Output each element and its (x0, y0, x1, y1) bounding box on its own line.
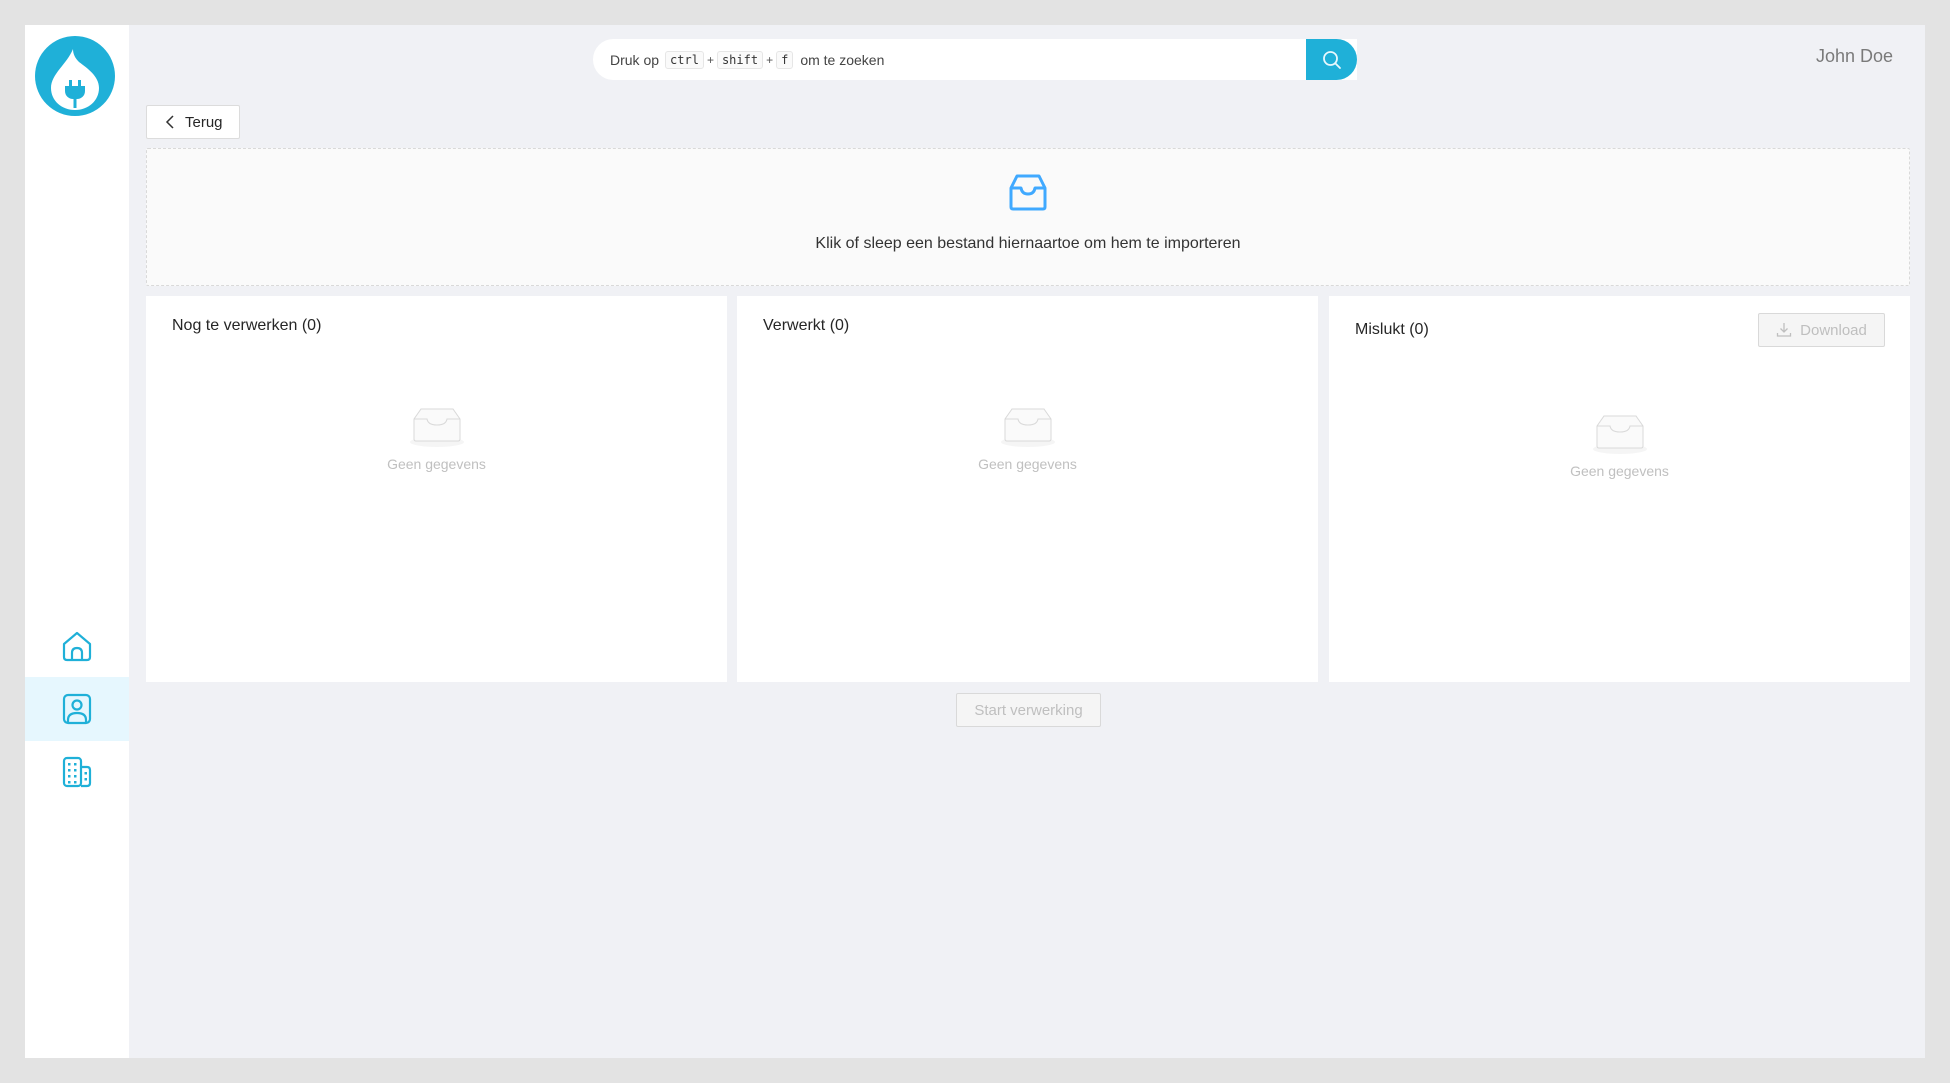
empty-box-icon (1592, 415, 1647, 454)
panel-processed: Verwerkt (0) Geen gegevens (737, 296, 1318, 682)
start-processing-button[interactable]: Start verwerking (956, 693, 1101, 727)
user-profile-icon (62, 693, 92, 725)
kbd-ctrl: ctrl (665, 50, 704, 69)
flame-plug-logo-icon (35, 36, 115, 116)
user-name[interactable]: John Doe (1816, 46, 1893, 67)
panel-title: Verwerkt (0) (763, 317, 850, 334)
kbd-separator: + (766, 52, 774, 67)
panel-title: Mislukt (0) (1355, 321, 1429, 338)
search-input[interactable]: Druk op ctrl + shift + f om te zoeken (593, 39, 1357, 80)
download-button[interactable]: Download (1758, 313, 1885, 347)
home-icon (62, 631, 92, 662)
app-logo[interactable] (35, 36, 115, 116)
search-icon (1322, 50, 1341, 69)
search-hint-prefix: Druk op (610, 51, 660, 68)
panel-failed: Mislukt (0) Download Geen gegevens (1329, 296, 1910, 682)
panel-title: Nog te verwerken (0) (172, 317, 322, 334)
empty-text: Geen gegevens (387, 456, 486, 472)
download-button-label: Download (1800, 321, 1867, 339)
kbd-f: f (776, 50, 794, 69)
sidebar-item-companies[interactable] (25, 740, 129, 804)
panel-pending: Nog te verwerken (0) Geen gegevens (146, 296, 727, 682)
search-button[interactable] (1306, 39, 1357, 80)
empty-box-icon (409, 408, 464, 447)
sidebar (25, 25, 129, 1058)
download-icon (1776, 323, 1792, 337)
empty-state: Geen gegevens (737, 407, 1318, 472)
empty-text: Geen gegevens (1570, 463, 1669, 479)
app-frame: Druk op ctrl + shift + f om te zoeken Jo… (25, 25, 1925, 1058)
empty-text: Geen gegevens (978, 456, 1077, 472)
empty-state: Geen gegevens (146, 407, 727, 472)
sidebar-item-home[interactable] (25, 614, 129, 678)
back-button-label: Terug (185, 113, 223, 131)
file-dropzone[interactable]: Klik of sleep een bestand hiernaartoe om… (146, 148, 1910, 286)
kbd-shift: shift (716, 50, 764, 69)
dropzone-text: Klik of sleep een bestand hiernaartoe om… (815, 235, 1241, 252)
empty-state: Geen gegevens (1329, 414, 1910, 479)
chevron-left-icon (165, 115, 174, 129)
kbd-separator: + (706, 52, 714, 67)
back-button[interactable]: Terug (146, 105, 240, 139)
inbox-icon (1009, 174, 1047, 211)
search-hint-suffix: om te zoeken (800, 51, 885, 68)
empty-box-icon (1000, 408, 1055, 447)
sidebar-item-contacts[interactable] (25, 677, 129, 741)
building-icon (62, 756, 92, 788)
